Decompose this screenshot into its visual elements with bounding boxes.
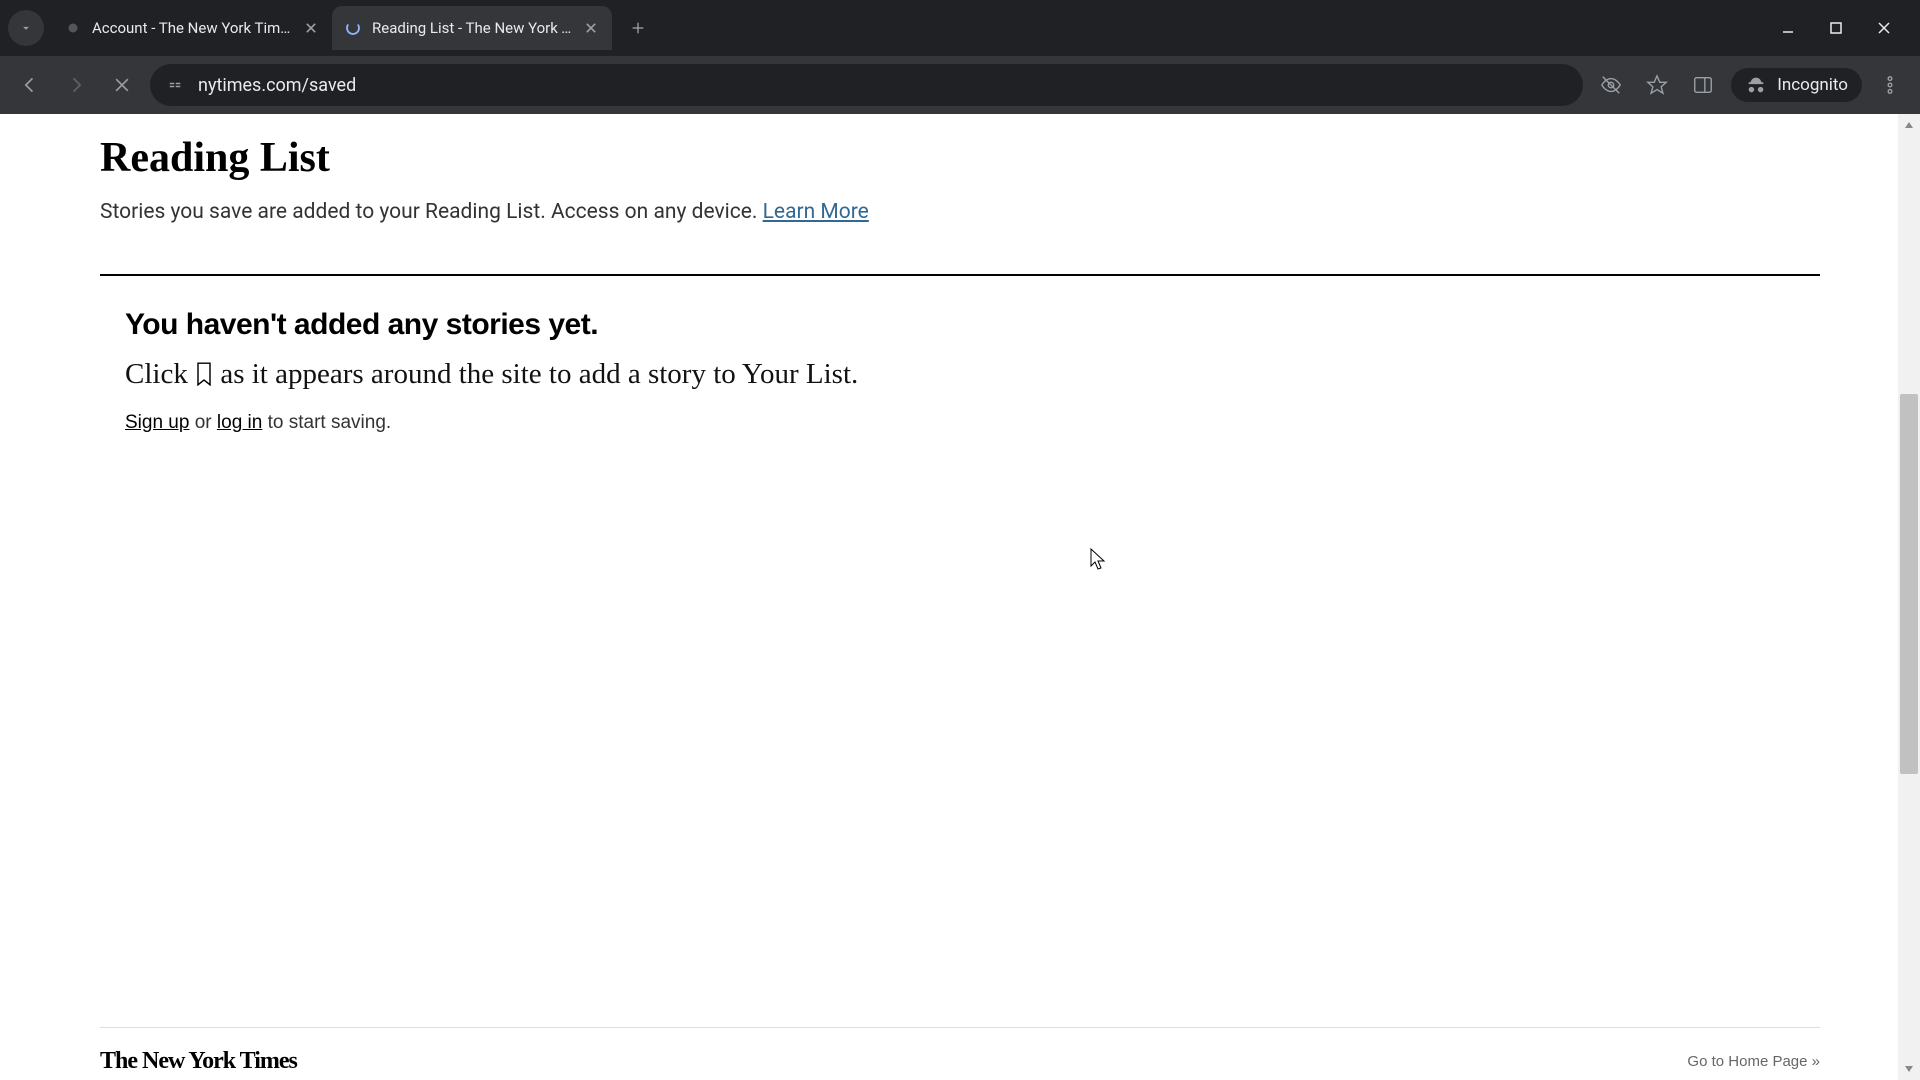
empty-state-instructions: Click as it appears around the site to a… xyxy=(125,358,1820,394)
maximize-button[interactable] xyxy=(1824,16,1848,40)
incognito-badge[interactable]: Incognito xyxy=(1731,68,1862,102)
signup-link[interactable]: Sign up xyxy=(125,412,189,433)
tab-search-button[interactable] xyxy=(8,10,44,46)
login-link[interactable]: log in xyxy=(217,412,262,433)
empty-suffix: as it appears around the site to add a s… xyxy=(213,358,858,390)
forward-button[interactable] xyxy=(58,67,94,103)
divider xyxy=(100,274,1820,276)
tab-bar: Account - The New York Times Reading Lis… xyxy=(0,0,1920,56)
signin-suffix: to start saving. xyxy=(262,412,391,433)
browser-tab-active[interactable]: Reading List - The New York Times xyxy=(332,6,612,50)
learn-more-link[interactable]: Learn More xyxy=(763,200,869,224)
close-window-button[interactable] xyxy=(1872,16,1896,40)
browser-menu-icon[interactable] xyxy=(1872,67,1908,103)
scrollbar-thumb[interactable] xyxy=(1900,394,1918,774)
page-content: Reading List Stories you save are added … xyxy=(0,114,1920,1080)
close-tab-icon[interactable] xyxy=(582,19,600,37)
url-input[interactable]: nytimes.com/saved xyxy=(150,64,1583,106)
cookie-blocked-icon[interactable] xyxy=(1593,67,1629,103)
scrollbar[interactable] xyxy=(1898,114,1920,1080)
page-subtitle: Stories you save are added to your Readi… xyxy=(100,200,1820,224)
bookmark-star-icon[interactable] xyxy=(1639,67,1675,103)
page-title: Reading List xyxy=(100,134,1820,182)
incognito-label: Incognito xyxy=(1777,75,1848,95)
loading-spinner-icon xyxy=(344,19,362,37)
side-panel-icon[interactable] xyxy=(1685,67,1721,103)
browser-tab[interactable]: Account - The New York Times xyxy=(52,6,332,50)
home-page-link[interactable]: Go to Home Page » xyxy=(1687,1053,1820,1070)
page-footer: The New York Times Go to Home Page » xyxy=(100,1027,1820,1080)
nyt-logo[interactable]: The New York Times xyxy=(100,1048,297,1075)
stop-reload-button[interactable] xyxy=(104,67,140,103)
window-controls xyxy=(1776,16,1912,40)
close-tab-icon[interactable] xyxy=(302,19,320,37)
scroll-down-icon[interactable] xyxy=(1898,1058,1920,1080)
site-info-icon[interactable] xyxy=(166,76,184,94)
empty-prefix: Click xyxy=(125,358,195,390)
back-button[interactable] xyxy=(12,67,48,103)
or-text: or xyxy=(189,412,216,433)
url-text: nytimes.com/saved xyxy=(198,75,1567,96)
subtitle-text: Stories you save are added to your Readi… xyxy=(100,200,763,224)
address-bar: nytimes.com/saved Incognito xyxy=(0,56,1920,114)
tab-title: Reading List - The New York Times xyxy=(372,19,574,37)
scroll-up-icon[interactable] xyxy=(1898,114,1920,136)
tab-title: Account - The New York Times xyxy=(92,19,294,37)
new-tab-button[interactable] xyxy=(620,10,656,46)
minimize-button[interactable] xyxy=(1776,16,1800,40)
empty-state-heading: You haven't added any stories yet. xyxy=(125,308,1820,342)
signin-prompt: Sign up or log in to start saving. xyxy=(125,412,1820,434)
tab-favicon-icon xyxy=(64,19,82,37)
bookmark-icon xyxy=(195,361,213,394)
